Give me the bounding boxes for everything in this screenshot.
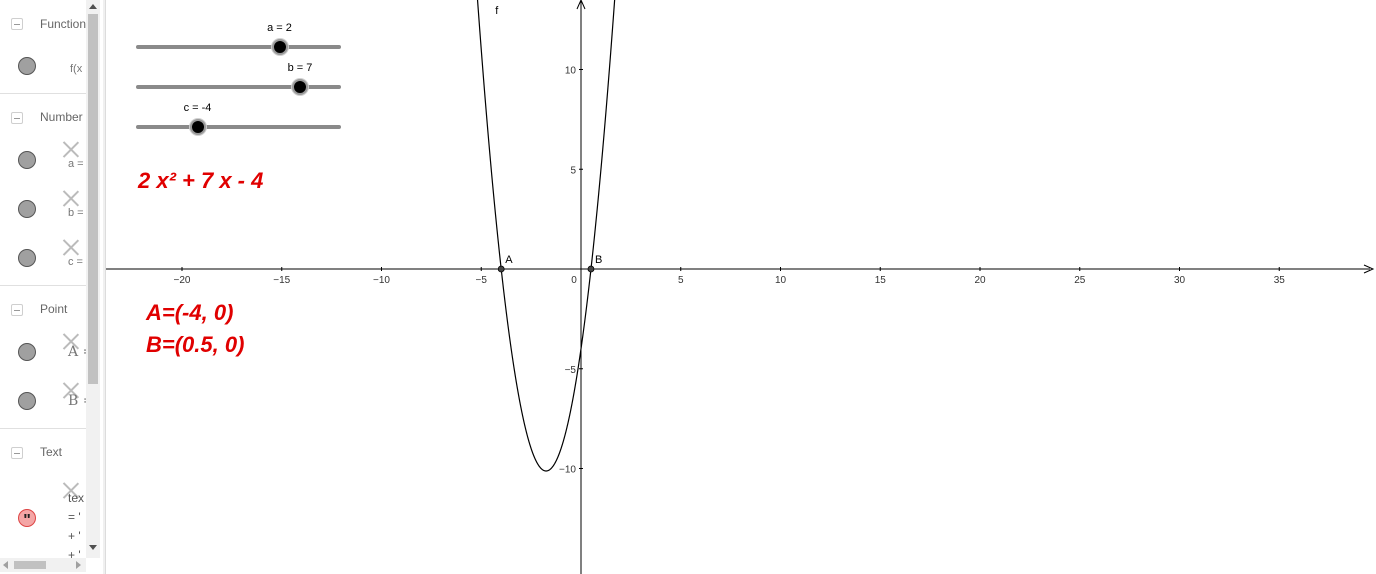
algebra-item-b[interactable]: b = bbox=[0, 187, 86, 237]
item-definition: f(x bbox=[70, 63, 83, 75]
x-tick-label: −10 bbox=[373, 275, 390, 286]
x-tick-label: 25 bbox=[1074, 275, 1086, 286]
x-tick-label: 10 bbox=[775, 275, 787, 286]
group-title: Number bbox=[40, 110, 83, 124]
slider-knob[interactable] bbox=[292, 79, 308, 95]
item-definition: A = bbox=[68, 344, 86, 360]
slider-label: c = -4 bbox=[183, 102, 212, 114]
text-line: tex bbox=[68, 491, 85, 505]
algebra-item-text[interactable]: " tex = ' + ' + ' bbox=[0, 473, 86, 558]
text-quote-icon[interactable]: " bbox=[18, 509, 36, 529]
visibility-toggle-icon[interactable] bbox=[18, 151, 36, 169]
algebra-item-B[interactable]: B = bbox=[0, 379, 86, 429]
scroll-right-icon[interactable] bbox=[76, 561, 81, 569]
graphics-view[interactable]: −20 −15 −10 −5 0 5 10 15 20 25 30 35 10 5 −5 −10 f A B a =… bbox=[106, 0, 1376, 574]
algebra-item-A[interactable]: A = bbox=[0, 330, 86, 380]
collapse-icon[interactable] bbox=[11, 304, 23, 316]
item-definition: b = bbox=[68, 207, 84, 219]
scroll-left-icon[interactable] bbox=[3, 561, 8, 569]
x-tick-label: 0 bbox=[571, 275, 577, 286]
visibility-toggle-icon[interactable] bbox=[18, 200, 36, 218]
slider-track[interactable] bbox=[136, 125, 341, 129]
point-A bbox=[497, 265, 505, 273]
text-line: + ' bbox=[68, 529, 81, 543]
point-b-text[interactable]: B=(0.5, 0) bbox=[146, 332, 244, 358]
collapse-icon[interactable] bbox=[11, 18, 23, 30]
delete-icon[interactable] bbox=[62, 140, 80, 158]
point-label: A bbox=[505, 254, 513, 266]
slider-track[interactable] bbox=[136, 85, 341, 89]
text-line: = ' bbox=[68, 510, 81, 524]
item-definition: B = bbox=[68, 393, 86, 409]
x-tick-label: 20 bbox=[974, 275, 986, 286]
equation-text[interactable]: 2 x² + 7 x - 4 bbox=[138, 168, 263, 194]
slider-label: b = 7 bbox=[287, 62, 313, 74]
item-definition: a = bbox=[68, 158, 84, 170]
visibility-toggle-icon[interactable] bbox=[18, 392, 36, 410]
group-title: Text bbox=[40, 445, 63, 459]
x-tick-label: −15 bbox=[273, 275, 290, 286]
algebra-item-f[interactable]: f(x bbox=[0, 44, 86, 94]
y-tick-label: 5 bbox=[570, 165, 576, 176]
y-tick-label: −10 bbox=[559, 465, 576, 476]
visibility-toggle-icon[interactable] bbox=[18, 57, 36, 75]
slider-track[interactable] bbox=[136, 45, 341, 49]
text-definition: tex = ' + ' + ' bbox=[68, 489, 84, 558]
x-tick-label: 5 bbox=[678, 275, 684, 286]
group-header-point[interactable]: Point bbox=[0, 286, 86, 331]
x-tick-label: 15 bbox=[875, 275, 887, 286]
item-definition: c = bbox=[68, 256, 83, 268]
scroll-down-icon[interactable] bbox=[89, 545, 97, 550]
algebra-item-c[interactable]: c = bbox=[0, 236, 86, 286]
slider-b[interactable]: b = 7 bbox=[136, 62, 342, 96]
collapse-icon[interactable] bbox=[11, 112, 23, 124]
group-header-function[interactable]: Function bbox=[0, 0, 86, 45]
function-curve bbox=[476, 0, 616, 472]
group-header-number[interactable]: Number bbox=[0, 94, 86, 143]
x-tick-label: 35 bbox=[1274, 275, 1286, 286]
slider-knob[interactable] bbox=[189, 119, 206, 135]
group-header-text[interactable]: Text bbox=[0, 429, 86, 474]
collapse-icon[interactable] bbox=[11, 447, 23, 459]
horizontal-scrollbar[interactable] bbox=[0, 558, 86, 572]
slider-c[interactable]: c = -4 bbox=[136, 102, 342, 136]
algebra-item-a[interactable]: a = bbox=[0, 138, 86, 188]
point-B bbox=[587, 265, 595, 273]
x-tick-label: −20 bbox=[174, 275, 191, 286]
group-title: Function bbox=[40, 17, 87, 31]
function-label: f bbox=[495, 5, 499, 17]
delete-icon[interactable] bbox=[62, 189, 80, 207]
scroll-up-icon[interactable] bbox=[89, 4, 97, 9]
point-label: B bbox=[595, 254, 602, 266]
scroll-thumb[interactable] bbox=[88, 14, 98, 384]
group-title: Point bbox=[40, 302, 68, 316]
delete-icon[interactable] bbox=[62, 238, 80, 256]
slider-a[interactable]: a = 2 bbox=[136, 22, 342, 56]
visibility-toggle-icon[interactable] bbox=[18, 249, 36, 267]
x-tick-label: 30 bbox=[1174, 275, 1186, 286]
vertical-scrollbar[interactable] bbox=[86, 0, 100, 558]
point-a-text[interactable]: A=(-4, 0) bbox=[146, 300, 233, 326]
y-tick-label: −5 bbox=[565, 365, 577, 376]
visibility-toggle-icon[interactable] bbox=[18, 343, 36, 361]
x-tick-label: −5 bbox=[476, 275, 488, 286]
slider-knob[interactable] bbox=[271, 39, 288, 55]
scroll-thumb[interactable] bbox=[14, 561, 46, 569]
slider-label: a = 2 bbox=[267, 22, 292, 34]
text-line: + ' bbox=[68, 548, 81, 558]
algebra-view: Function f(x Number a = b = c = Point A … bbox=[0, 0, 100, 574]
y-tick-label: 10 bbox=[565, 66, 577, 77]
